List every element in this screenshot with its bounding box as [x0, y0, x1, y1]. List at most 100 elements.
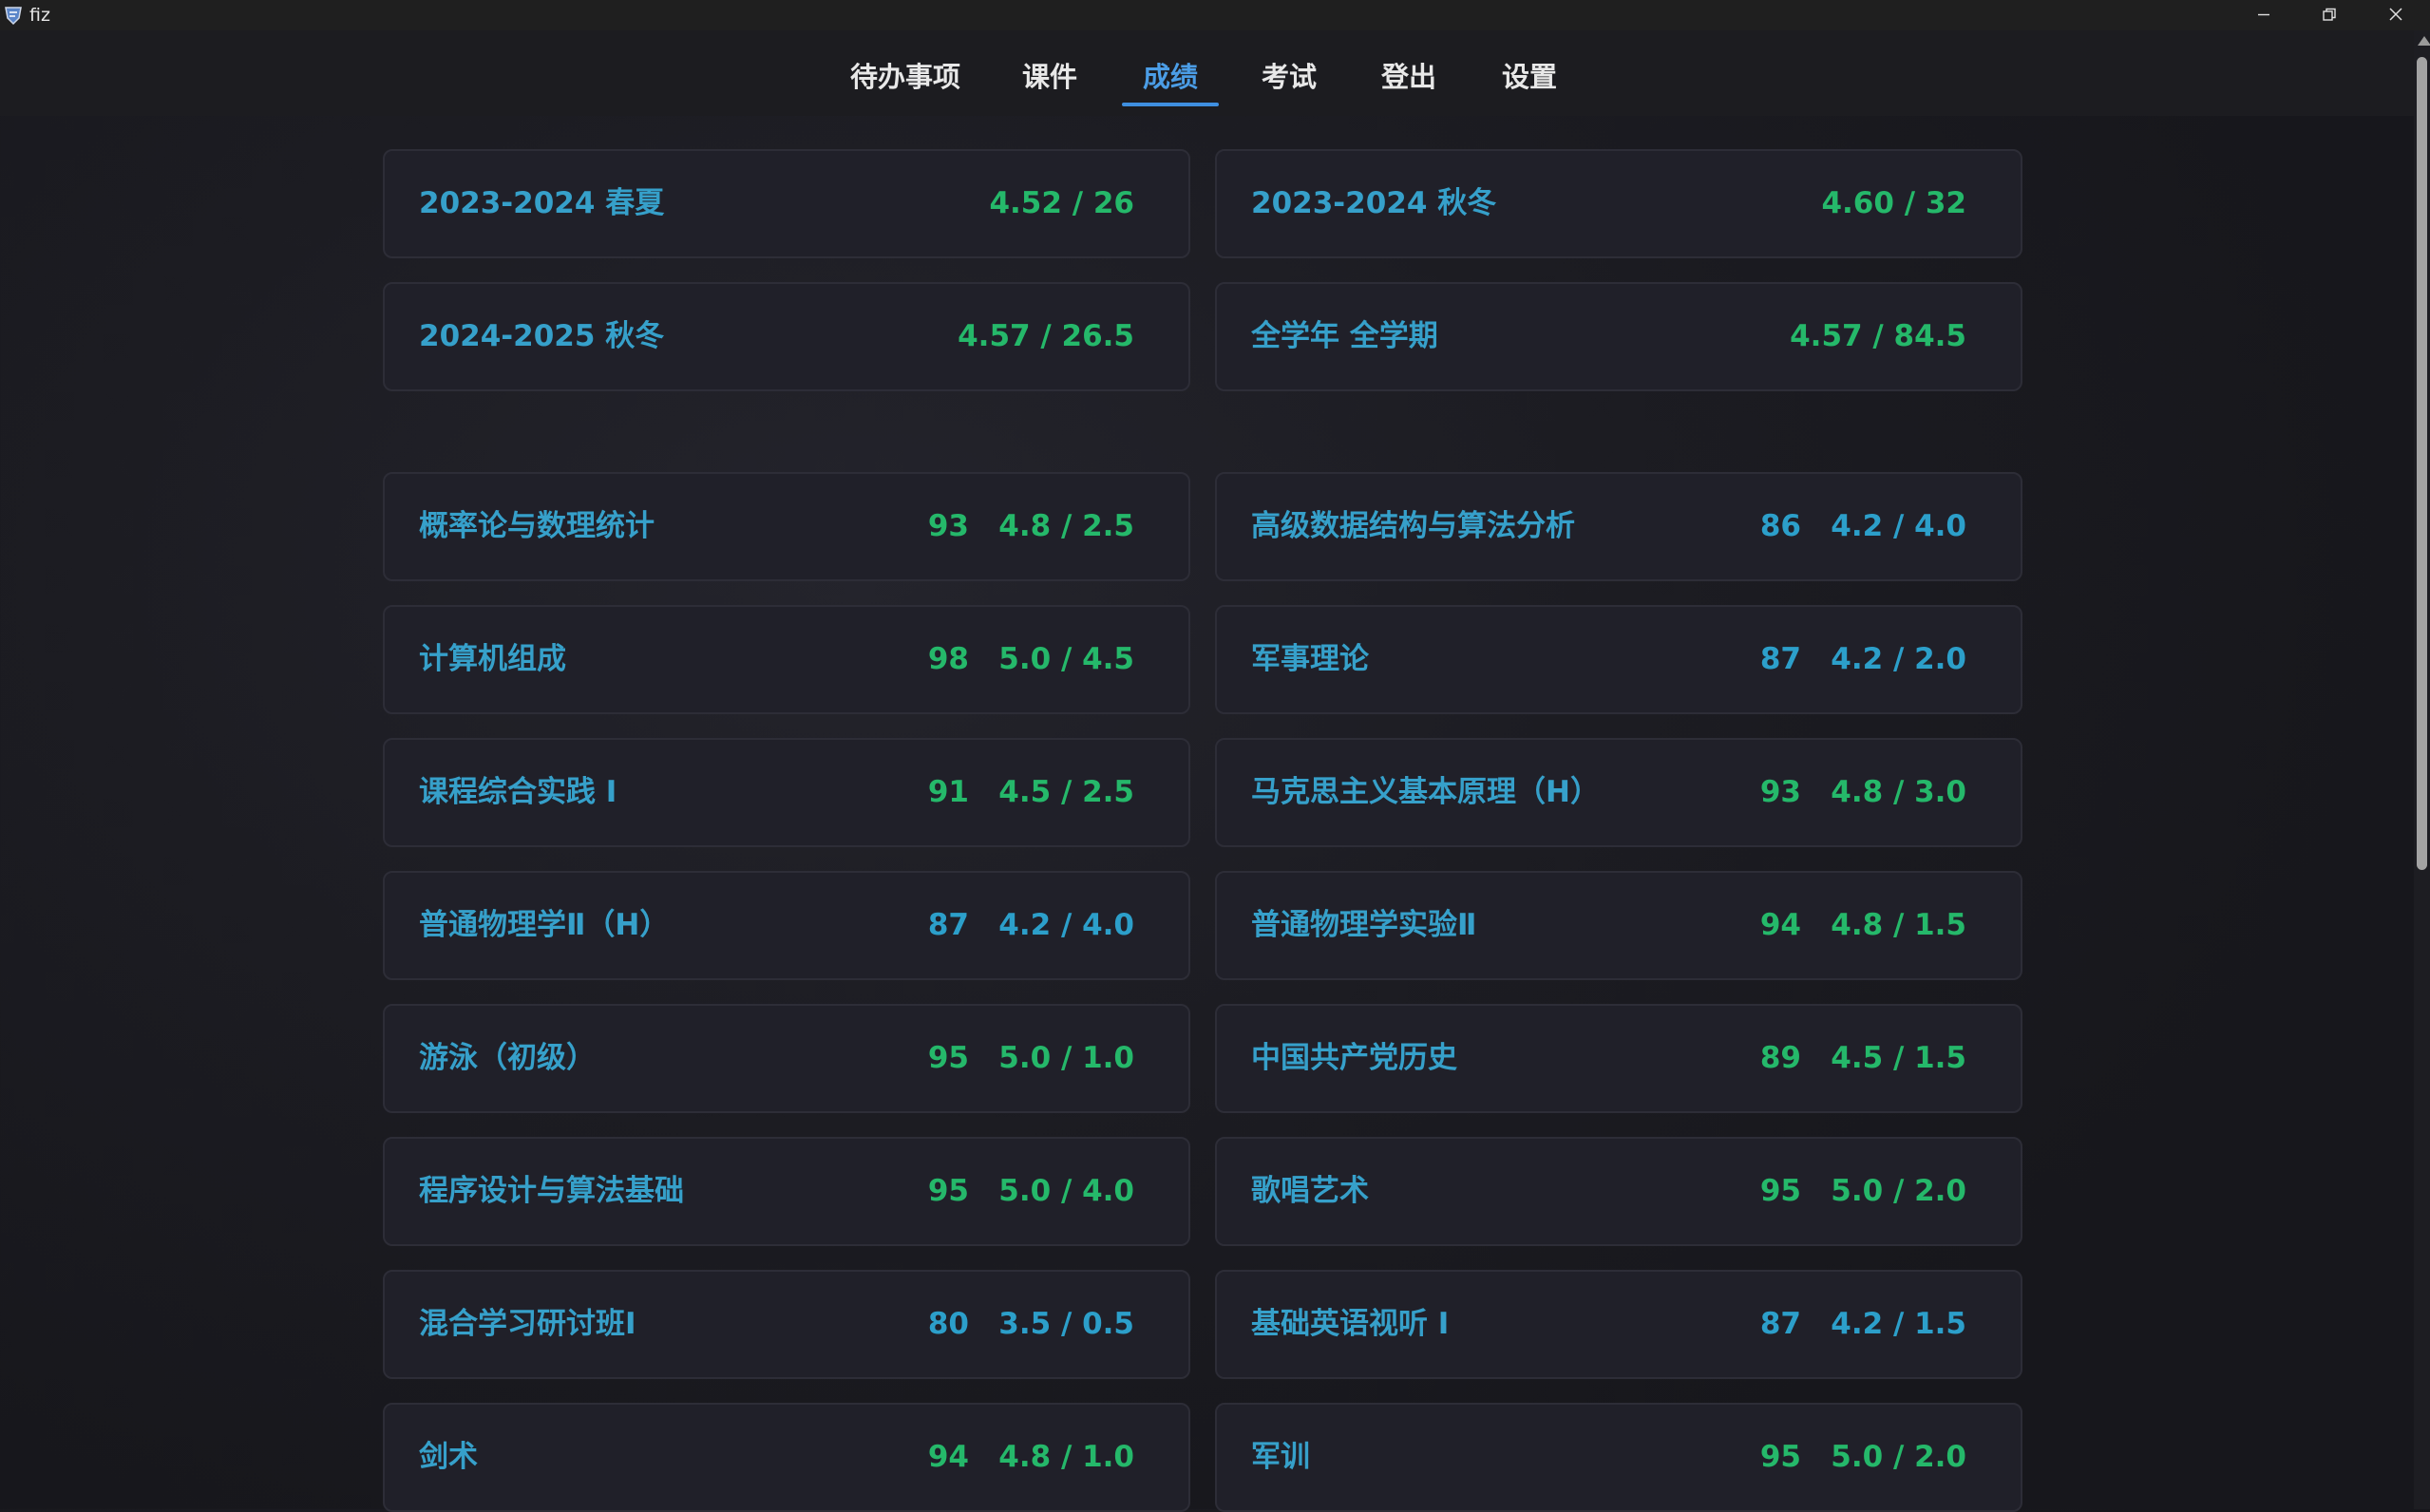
course-card[interactable]: 军训 95 5.0 / 2.0: [1215, 1403, 2022, 1512]
course-name: 高级数据结构与算法分析: [1251, 509, 1575, 543]
restore-button[interactable]: [2301, 0, 2358, 30]
course-gpa-credits: 4.5 / 2.5: [998, 775, 1134, 809]
course-name: 混合学习研讨班I: [419, 1307, 636, 1341]
tab-label: 待办事项: [849, 61, 960, 93]
tab-grades[interactable]: 成绩: [1122, 55, 1219, 110]
course-score: 89: [1759, 1041, 1801, 1075]
course-score: 95: [927, 1174, 969, 1208]
course-score: 87: [1759, 642, 1801, 676]
course-card[interactable]: 基础英语视听 I 87 4.2 / 1.5: [1215, 1270, 2022, 1379]
course-name: 计算机组成: [419, 642, 566, 676]
app-logo-icon: [3, 5, 24, 26]
course-card[interactable]: 概率论与数理统计 93 4.8 / 2.5: [383, 472, 1190, 581]
term-summary-card[interactable]: 全学年 全学期 4.57 / 84.5: [1215, 282, 2022, 391]
tab-label: 成绩: [1142, 61, 1198, 93]
term-summary-card[interactable]: 2023-2024 春夏 4.52 / 26: [383, 149, 1190, 258]
course-name: 课程综合实践 I: [419, 775, 617, 809]
scrollbar-thumb[interactable]: [2417, 57, 2427, 870]
course-name: 基础英语视听 I: [1251, 1307, 1450, 1341]
course-name: 剑术: [419, 1440, 478, 1474]
course-name: 概率论与数理统计: [419, 509, 655, 543]
term-name: 2023-2024 秋冬: [1251, 186, 1497, 220]
term-name: 2023-2024 春夏: [419, 186, 665, 220]
course-card[interactable]: 普通物理学Ⅱ（H） 87 4.2 / 4.0: [383, 871, 1190, 980]
course-score: 93: [927, 509, 969, 543]
course-gpa-credits: 5.0 / 4.5: [998, 642, 1134, 676]
course-name: 军事理论: [1251, 642, 1369, 676]
course-card[interactable]: 剑术 94 4.8 / 1.0: [383, 1403, 1190, 1512]
course-card[interactable]: 普通物理学实验Ⅱ 94 4.8 / 1.5: [1215, 871, 2022, 980]
tab-todo[interactable]: 待办事项: [844, 55, 967, 110]
course-card[interactable]: 高级数据结构与算法分析 86 4.2 / 4.0: [1215, 472, 2022, 581]
window-titlebar: fiz: [0, 0, 2430, 30]
term-name: 全学年 全学期: [1251, 319, 1438, 353]
course-card[interactable]: 课程综合实践 I 91 4.5 / 2.5: [383, 738, 1190, 847]
course-gpa-credits: 4.2 / 4.0: [1831, 509, 1966, 543]
window-title: fiz: [29, 5, 50, 26]
course-card[interactable]: 混合学习研讨班I 80 3.5 / 0.5: [383, 1270, 1190, 1379]
tab-exams[interactable]: 考试: [1256, 55, 1322, 110]
course-score: 95: [1759, 1174, 1801, 1208]
course-name: 马克思主义基本原理（H）: [1251, 775, 1600, 809]
top-nav: 待办事项 课件 成绩 考试 登出 设置: [0, 30, 2417, 116]
vertical-scrollbar[interactable]: [2414, 30, 2430, 1509]
course-name: 游泳（初级）: [419, 1041, 596, 1075]
term-gpa-credits: 4.57 / 26.5: [958, 319, 1134, 353]
term-gpa-credits: 4.57 / 84.5: [1790, 319, 1966, 353]
course-score: 87: [927, 908, 969, 942]
tab-label: 设置: [1501, 61, 1557, 93]
course-card[interactable]: 计算机组成 98 5.0 / 4.5: [383, 605, 1190, 714]
tab-courseware[interactable]: 课件: [1016, 55, 1083, 110]
course-gpa-credits: 5.0 / 2.0: [1831, 1174, 1966, 1208]
course-gpa-credits: 5.0 / 2.0: [1831, 1440, 1966, 1474]
term-gpa-credits: 4.52 / 26: [989, 186, 1134, 220]
course-name: 普通物理学实验Ⅱ: [1251, 908, 1477, 942]
course-card[interactable]: 中国共产党历史 89 4.5 / 1.5: [1215, 1004, 2022, 1113]
course-gpa-credits: 4.8 / 3.0: [1831, 775, 1966, 809]
tab-label: 登出: [1380, 61, 1436, 93]
course-name: 普通物理学Ⅱ（H）: [419, 908, 670, 942]
tab-label: 考试: [1261, 61, 1317, 93]
course-card[interactable]: 歌唱艺术 95 5.0 / 2.0: [1215, 1137, 2022, 1246]
course-card[interactable]: 游泳（初级） 95 5.0 / 1.0: [383, 1004, 1190, 1113]
tab-logout[interactable]: 登出: [1376, 55, 1442, 110]
course-gpa-credits: 4.8 / 1.0: [998, 1440, 1134, 1474]
course-gpa-credits: 4.5 / 1.5: [1831, 1041, 1966, 1075]
course-gpa-credits: 4.2 / 2.0: [1831, 642, 1966, 676]
scroll-up-arrow-icon[interactable]: [2418, 36, 2430, 46]
term-summary-card[interactable]: 2024-2025 秋冬 4.57 / 26.5: [383, 282, 1190, 391]
course-score: 95: [927, 1041, 969, 1075]
course-gpa-credits: 4.8 / 1.5: [1831, 908, 1966, 942]
course-score: 86: [1759, 509, 1801, 543]
minimize-button[interactable]: [2235, 0, 2292, 30]
course-name: 程序设计与算法基础: [419, 1174, 684, 1208]
active-tab-indicator: [1122, 103, 1219, 106]
course-gpa-credits: 3.5 / 0.5: [998, 1307, 1134, 1341]
minimize-icon: [2258, 13, 2269, 16]
course-score: 87: [1759, 1307, 1801, 1341]
course-card[interactable]: 程序设计与算法基础 95 5.0 / 4.0: [383, 1137, 1190, 1246]
term-gpa-credits: 4.60 / 32: [1821, 186, 1966, 220]
course-score: 93: [1759, 775, 1801, 809]
close-icon: [2389, 8, 2402, 21]
course-name: 中国共产党历史: [1251, 1041, 1457, 1075]
course-card[interactable]: 军事理论 87 4.2 / 2.0: [1215, 605, 2022, 714]
course-name: 军训: [1251, 1440, 1310, 1474]
course-gpa-credits: 5.0 / 1.0: [998, 1041, 1134, 1075]
course-score: 80: [927, 1307, 969, 1341]
course-gpa-credits: 4.8 / 2.5: [998, 509, 1134, 543]
term-summary-card[interactable]: 2023-2024 秋冬 4.60 / 32: [1215, 149, 2022, 258]
tab-settings[interactable]: 设置: [1496, 55, 1563, 110]
course-gpa-credits: 4.2 / 4.0: [998, 908, 1134, 942]
course-score: 91: [927, 775, 969, 809]
course-score: 94: [1759, 908, 1801, 942]
course-score: 98: [927, 642, 969, 676]
course-gpa-credits: 4.2 / 1.5: [1831, 1307, 1966, 1341]
close-button[interactable]: [2367, 0, 2424, 30]
tab-label: 课件: [1021, 61, 1077, 93]
term-name: 2024-2025 秋冬: [419, 319, 665, 353]
restore-icon: [2323, 8, 2336, 21]
course-card[interactable]: 马克思主义基本原理（H） 93 4.8 / 3.0: [1215, 738, 2022, 847]
course-score: 95: [1759, 1440, 1801, 1474]
course-score: 94: [927, 1440, 969, 1474]
